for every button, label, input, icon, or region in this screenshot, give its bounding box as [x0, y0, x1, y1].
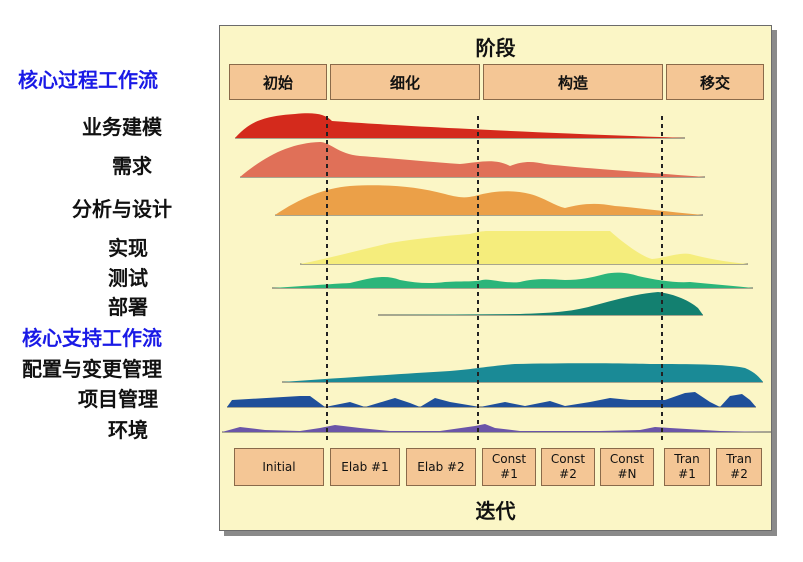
curve-config-change — [282, 363, 763, 382]
label-business-modeling: 业务建模 — [82, 115, 162, 139]
curve-environment — [222, 424, 771, 432]
label-project-mgmt: 项目管理 — [78, 387, 158, 411]
curve-deployment — [378, 292, 703, 315]
label-requirements: 需求 — [112, 154, 152, 178]
curve-test — [272, 272, 753, 288]
label-environment: 环境 — [108, 418, 148, 442]
label-test: 测试 — [108, 266, 148, 290]
curve-project-mgmt — [227, 392, 756, 407]
workflow-effort-curves — [222, 113, 771, 442]
core-support-workflows-heading: 核心支持工作流 — [22, 326, 162, 350]
curve-requirements — [240, 142, 705, 177]
core-process-workflows-heading: 核心过程工作流 — [18, 68, 158, 92]
curve-analysis-design — [275, 185, 703, 215]
workflow-diagram-panel: 阶段 初始 细化 构造 移交 Initial Elab #1 Elab #2 C… — [219, 25, 772, 531]
curve-implementation — [300, 231, 748, 264]
curve-business-modeling — [235, 113, 685, 138]
label-analysis-design: 分析与设计 — [72, 197, 172, 221]
label-deployment: 部署 — [108, 295, 148, 319]
label-implementation: 实现 — [108, 236, 148, 260]
label-config-change-mgmt: 配置与变更管理 — [22, 357, 162, 381]
